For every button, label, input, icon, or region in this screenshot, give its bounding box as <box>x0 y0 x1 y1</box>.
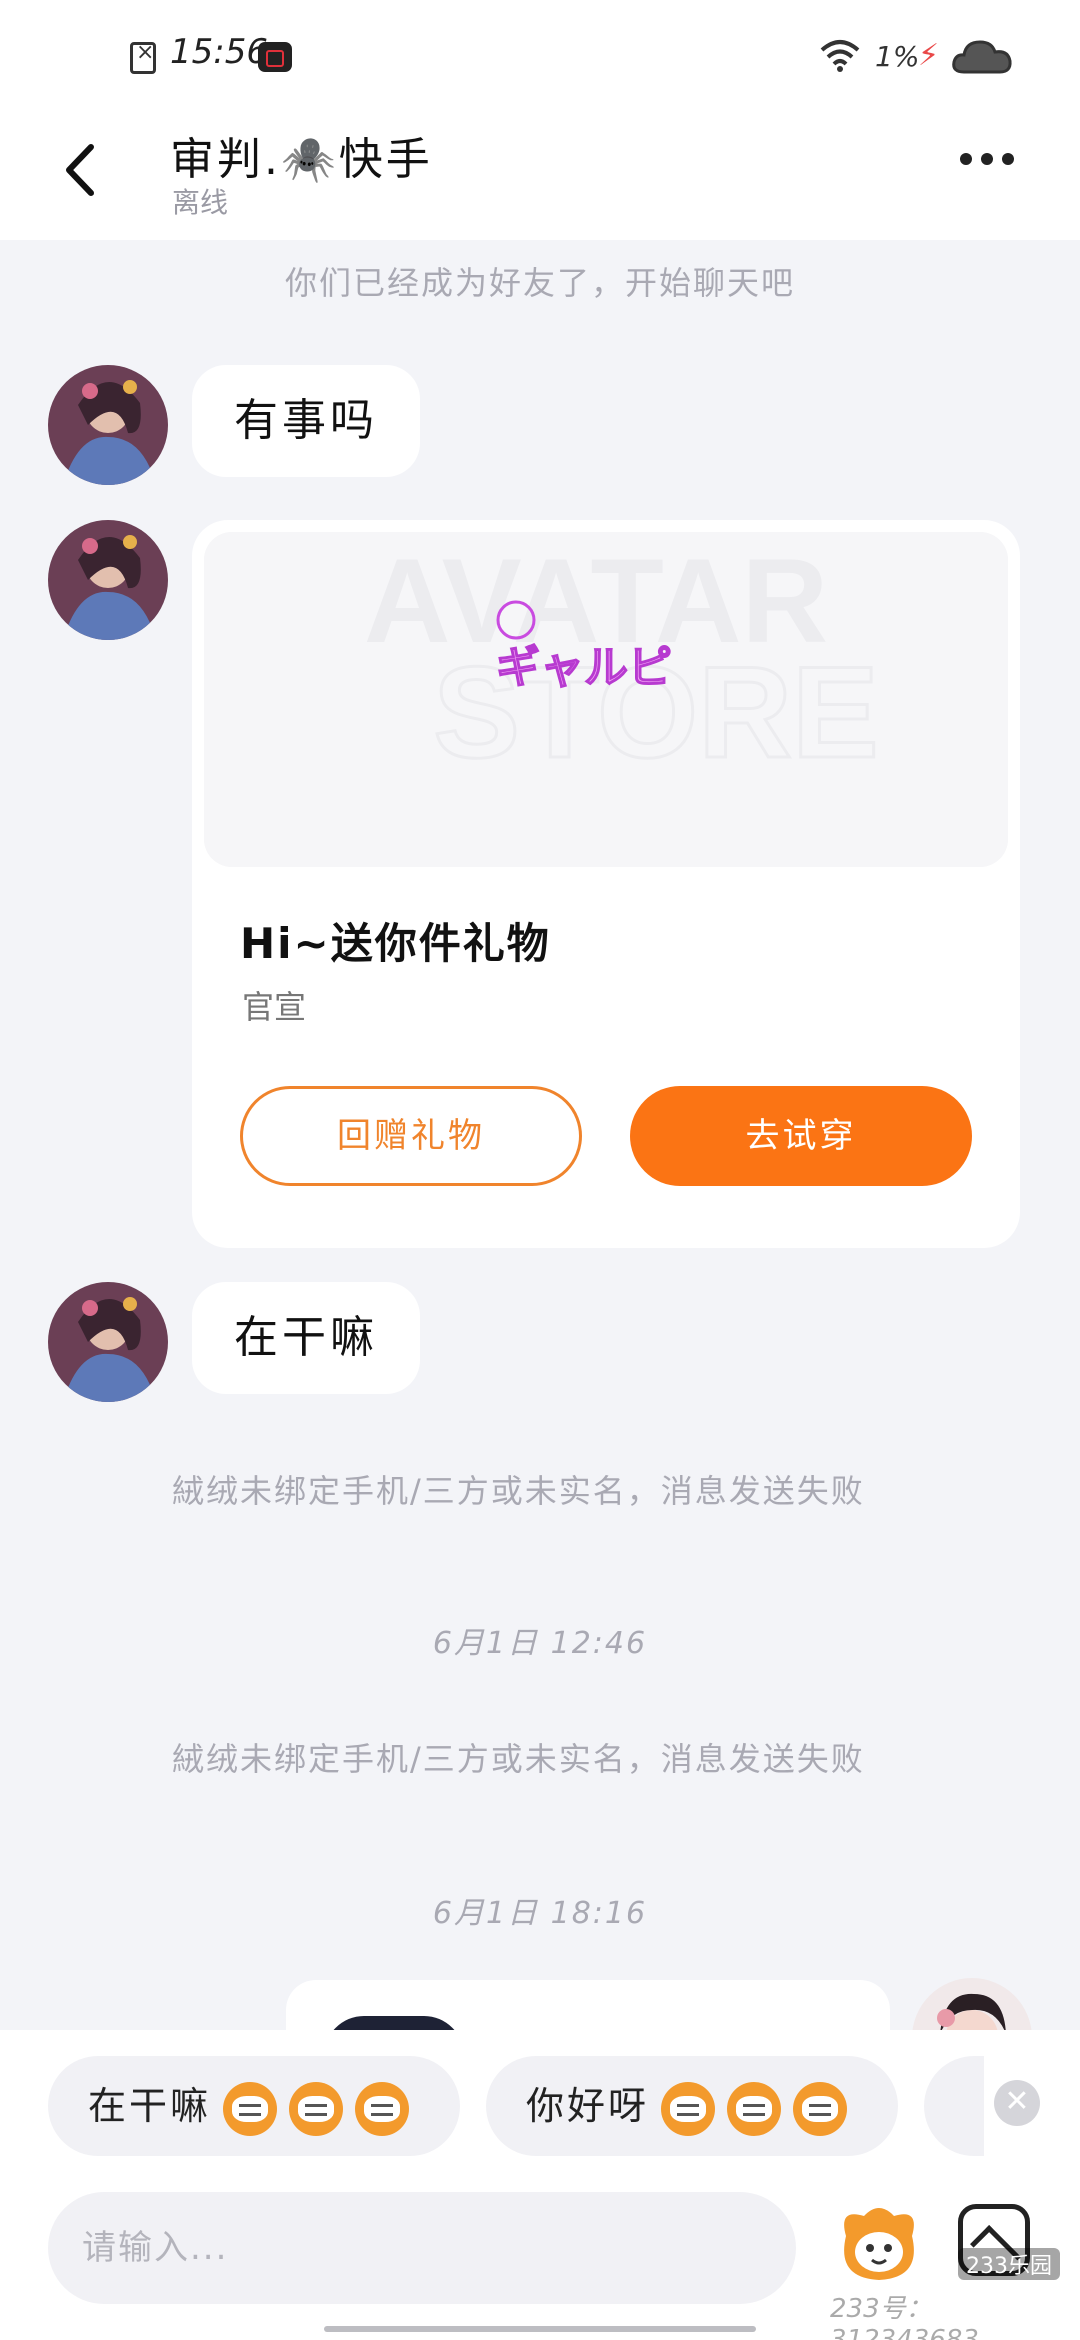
try-on-button[interactable]: 去试穿 <box>630 1086 972 1186</box>
send-fail-notice: 絨绒未绑定手机/三方或未实名，消息发送失败 <box>172 1472 865 1510</box>
own-message-card[interactable] <box>286 1980 890 2030</box>
card-thumbnail <box>324 2016 464 2030</box>
home-indicator[interactable] <box>324 2326 756 2332</box>
quick-reply-text: 你好呀 <box>526 2084 650 2128</box>
screen-record-icon <box>258 42 292 72</box>
emoji-button[interactable] <box>834 2198 924 2288</box>
no-sim-icon <box>130 40 156 74</box>
quick-reply-chip[interactable]: 在干嘛 <box>48 2056 460 2156</box>
charging-icon: ⚡ <box>918 38 940 73</box>
wifi-icon <box>820 40 860 72</box>
watermark-tag: 233乐园 <box>958 2248 1060 2280</box>
return-gift-button[interactable]: 回赠礼物 <box>240 1086 582 1186</box>
surprised-emoji-icon <box>661 2081 716 2136</box>
message-input[interactable]: 请输入... <box>48 2192 796 2304</box>
grin-emoji-icon <box>289 2081 344 2136</box>
peer-avatar[interactable] <box>48 1282 168 1402</box>
peer-online-status: 离线 <box>172 186 229 219</box>
surprised-emoji-icon <box>727 2081 782 2136</box>
watermark-id: 233号：312343683 <box>830 2294 979 2340</box>
grin-emoji-icon <box>223 2081 278 2136</box>
chat-messages[interactable]: 你们已经成为好友了，开始聊天吧 有事吗 AVATAR STORE ギャルピ Hi… <box>0 240 1080 2030</box>
message-bubble[interactable]: 在干嘛 <box>192 1282 420 1394</box>
grin-emoji-icon <box>355 2081 410 2136</box>
own-avatar[interactable] <box>912 1978 1032 2030</box>
peer-avatar[interactable] <box>48 365 168 485</box>
cloud-icon <box>952 40 1012 74</box>
more-options-button[interactable] <box>960 150 1030 180</box>
quick-reply-chip-partial[interactable] <box>924 2056 984 2156</box>
battery-level: 1% <box>875 40 920 73</box>
send-fail-notice: 絨绒未绑定手机/三方或未实名，消息发送失败 <box>172 1740 865 1778</box>
status-time: 15:56 <box>170 32 268 72</box>
friend-notice: 你们已经成为好友了，开始聊天吧 <box>284 264 795 302</box>
dot-icon <box>1002 153 1014 165</box>
quick-reply-text: 在干嘛 <box>88 2084 212 2128</box>
composer-area: 在干嘛 你好呀 ✕ 请输入... 233乐园 233号：312343683 <box>0 2030 1080 2340</box>
sticker-text: ギャルピ <box>496 642 672 693</box>
gift-title: Hi~送你件礼物 <box>240 919 551 968</box>
chat-header: 审判.🕷️快手 离线 <box>0 115 1080 240</box>
close-quick-replies-icon[interactable]: ✕ <box>994 2080 1040 2126</box>
message-bubble[interactable]: 有事吗 <box>192 365 420 477</box>
gift-subtitle: 官宣 <box>242 988 307 1026</box>
status-bar: 15:56 1% ⚡ <box>0 0 1080 115</box>
quick-reply-chip[interactable]: 你好呀 <box>486 2056 898 2156</box>
gift-card[interactable]: AVATAR STORE ギャルピ Hi~送你件礼物 官宣 回赠礼物 去试穿 <box>192 520 1020 1248</box>
back-button[interactable] <box>55 135 115 205</box>
peer-name: 审判.🕷️快手 <box>170 134 433 185</box>
timestamp: 6月1日 12:46 <box>432 1626 648 1661</box>
timestamp: 6月1日 18:16 <box>432 1896 648 1931</box>
peer-avatar[interactable] <box>48 520 168 640</box>
dot-icon <box>981 153 993 165</box>
surprised-emoji-icon <box>793 2081 848 2136</box>
dot-icon <box>960 153 972 165</box>
gift-banner: AVATAR STORE ギャルピ <box>204 532 1008 867</box>
